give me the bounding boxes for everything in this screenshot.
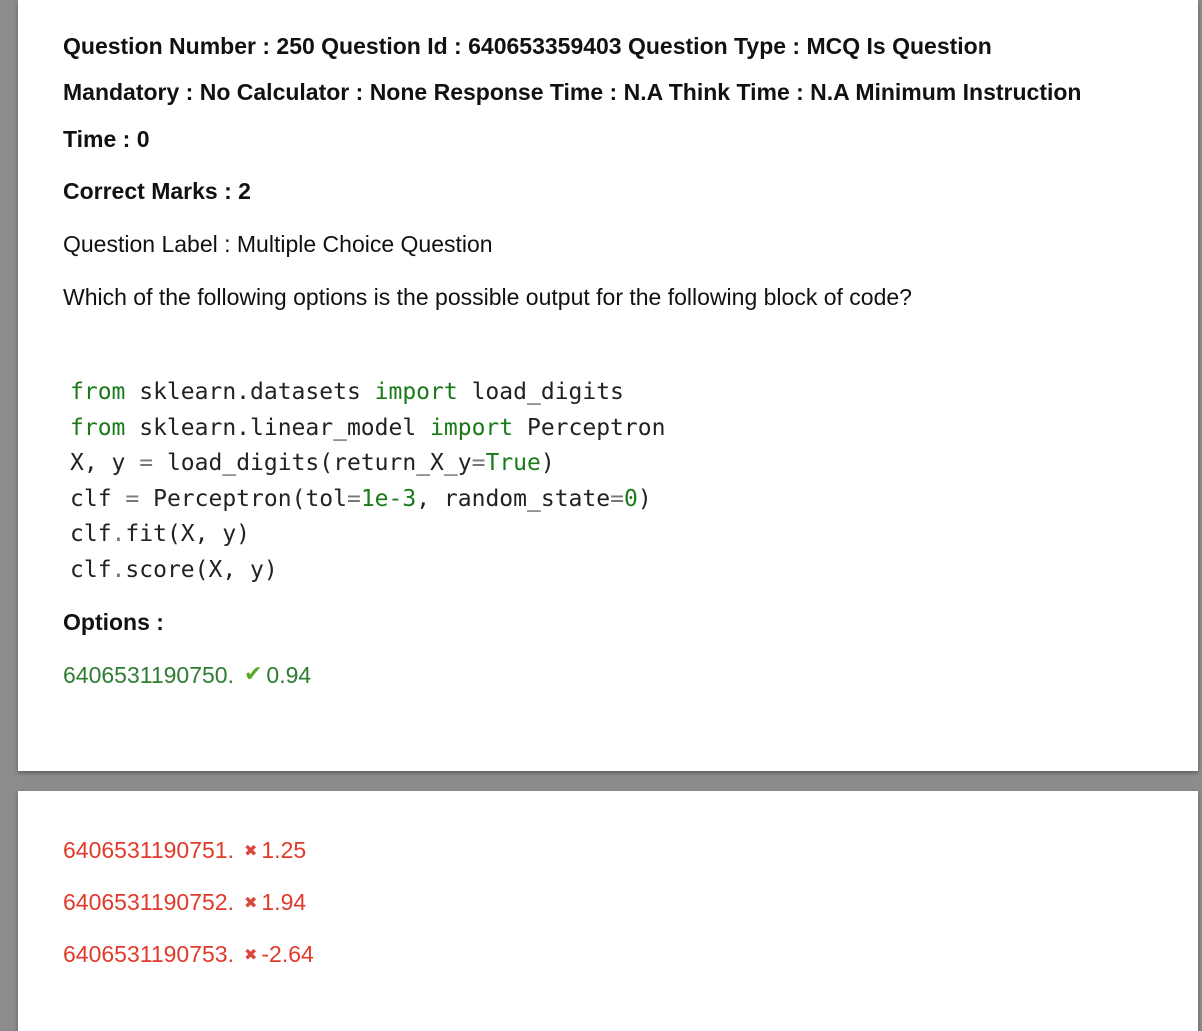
question-text: Which of the following options is the po… [63, 284, 912, 310]
code-block: from sklearn.datasets import load_digits… [70, 375, 665, 588]
option-value: 0.94 [266, 662, 312, 688]
options-label: Options : [63, 609, 164, 635]
check-icon: ✔ [243, 661, 263, 686]
option-id: 6406531190752. [63, 889, 234, 915]
cross-icon: ✖ [243, 947, 258, 964]
code-line-1: from sklearn.datasets import load_digits [70, 379, 624, 405]
correct-marks: Correct Marks : 2 [63, 178, 251, 204]
code-line-6: clf.score(X, y) [70, 556, 278, 583]
code-line-4: clf = Perceptron(tol=1e-3, random_state=… [70, 485, 652, 512]
cross-icon: ✖ [243, 895, 258, 912]
question-label: Question Label : Multiple Choice Questio… [63, 231, 493, 257]
cross-icon: ✖ [243, 843, 258, 860]
code-line-5: clf.fit(X, y) [70, 521, 251, 547]
option-row-correct: 6406531190750. ✔ 0.94 [63, 661, 311, 689]
question-meta-line-1: Question Number : 250 Question Id : 6406… [63, 33, 992, 59]
option-row: 6406531190752. ✖ 1.94 [63, 889, 306, 916]
question-meta-line-2: Mandatory : No Calculator : None Respons… [63, 79, 1082, 105]
option-id: 6406531190750. [63, 662, 234, 688]
option-value: -2.64 [261, 941, 314, 967]
option-row: 6406531190751. ✖ 1.25 [63, 837, 306, 864]
code-line-3: X, y = load_digits(return_X_y=True) [70, 450, 555, 476]
option-id: 6406531190753. [63, 941, 234, 967]
option-row: 6406531190753. ✖ -2.64 [63, 941, 314, 968]
option-value: 1.25 [261, 837, 307, 863]
question-page-2: 6406531190751. ✖ 1.25 6406531190752. ✖ 1.94 … [18, 791, 1198, 1031]
question-meta-line-3: Time : 0 [63, 126, 150, 152]
question-page-1: Question Number : 250 Question Id : 6406… [18, 0, 1198, 771]
option-value: 1.94 [261, 889, 307, 915]
option-id: 6406531190751. [63, 837, 234, 863]
code-line-2: from sklearn.linear_model import Percept… [70, 414, 666, 441]
